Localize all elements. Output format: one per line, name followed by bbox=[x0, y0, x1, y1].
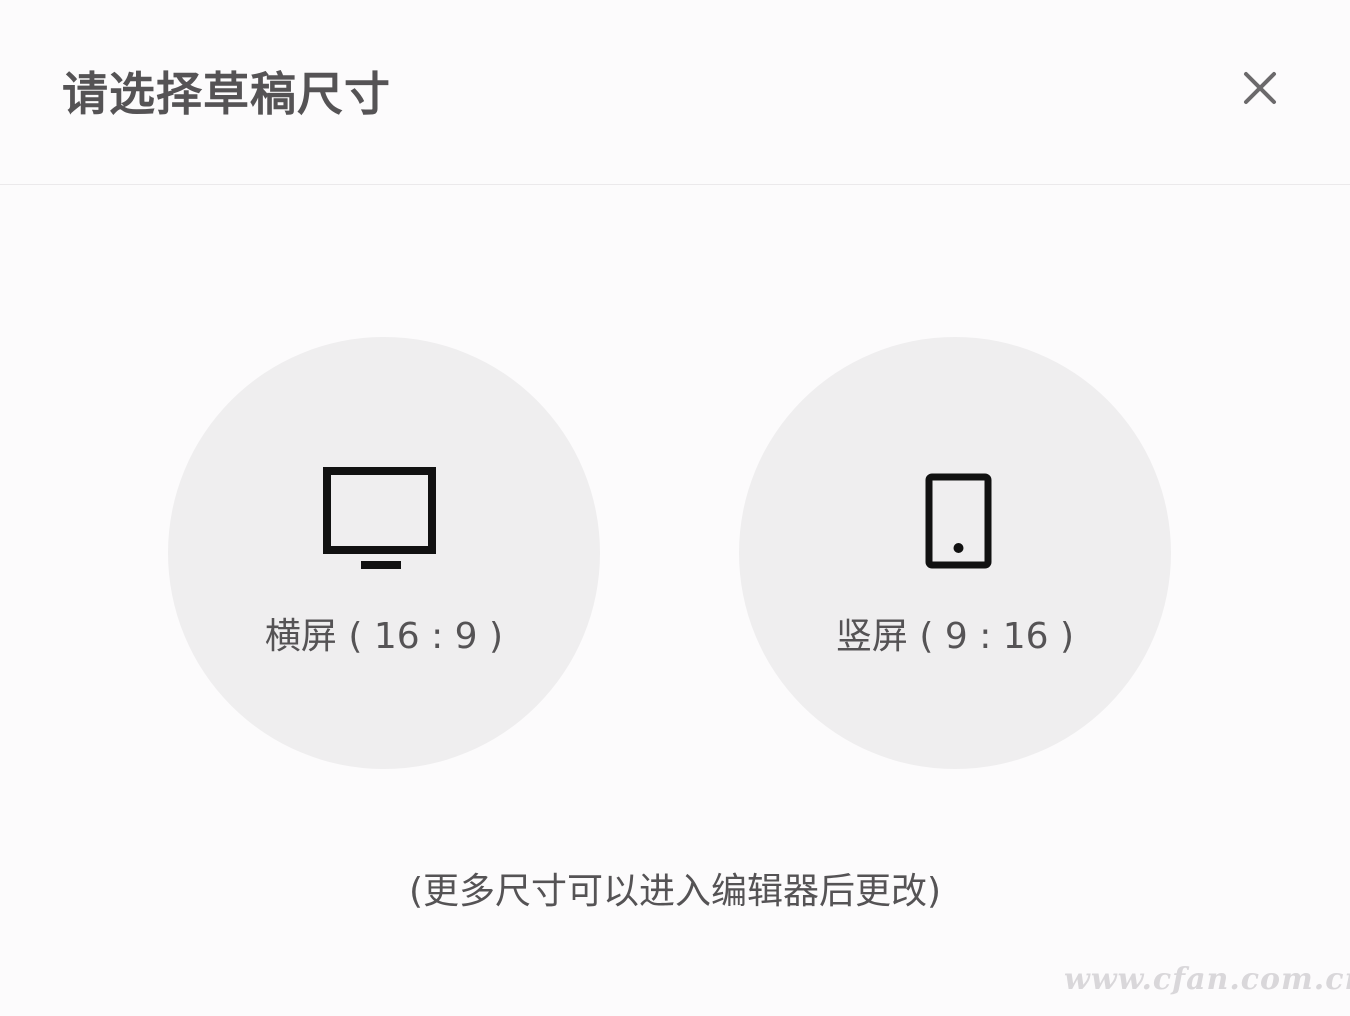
hint-text: (更多尺寸可以进入编辑器后更改) bbox=[408, 871, 942, 912]
monitor-icon bbox=[323, 467, 436, 569]
dialog-title: 请选择草稿尺寸 bbox=[62, 67, 391, 121]
portrait-label: 竖屏 ( 9 : 16 ) bbox=[835, 616, 1075, 657]
draft-size-dialog: 请选择草稿尺寸 横屏 ( 16 : 9 ) 竖屏 ( 9 : 16 ) (更多尺… bbox=[0, 0, 1350, 1016]
close-button[interactable] bbox=[1236, 64, 1284, 112]
portrait-option[interactable]: 竖屏 ( 9 : 16 ) bbox=[739, 337, 1171, 769]
landscape-label: 横屏 ( 16 : 9 ) bbox=[264, 616, 504, 657]
landscape-option[interactable]: 横屏 ( 16 : 9 ) bbox=[168, 337, 600, 769]
dialog-header: 请选择草稿尺寸 bbox=[0, 0, 1350, 185]
watermark: www.cfan.com.cn bbox=[1064, 962, 1350, 997]
close-icon bbox=[1244, 72, 1276, 104]
phone-icon bbox=[925, 473, 992, 569]
